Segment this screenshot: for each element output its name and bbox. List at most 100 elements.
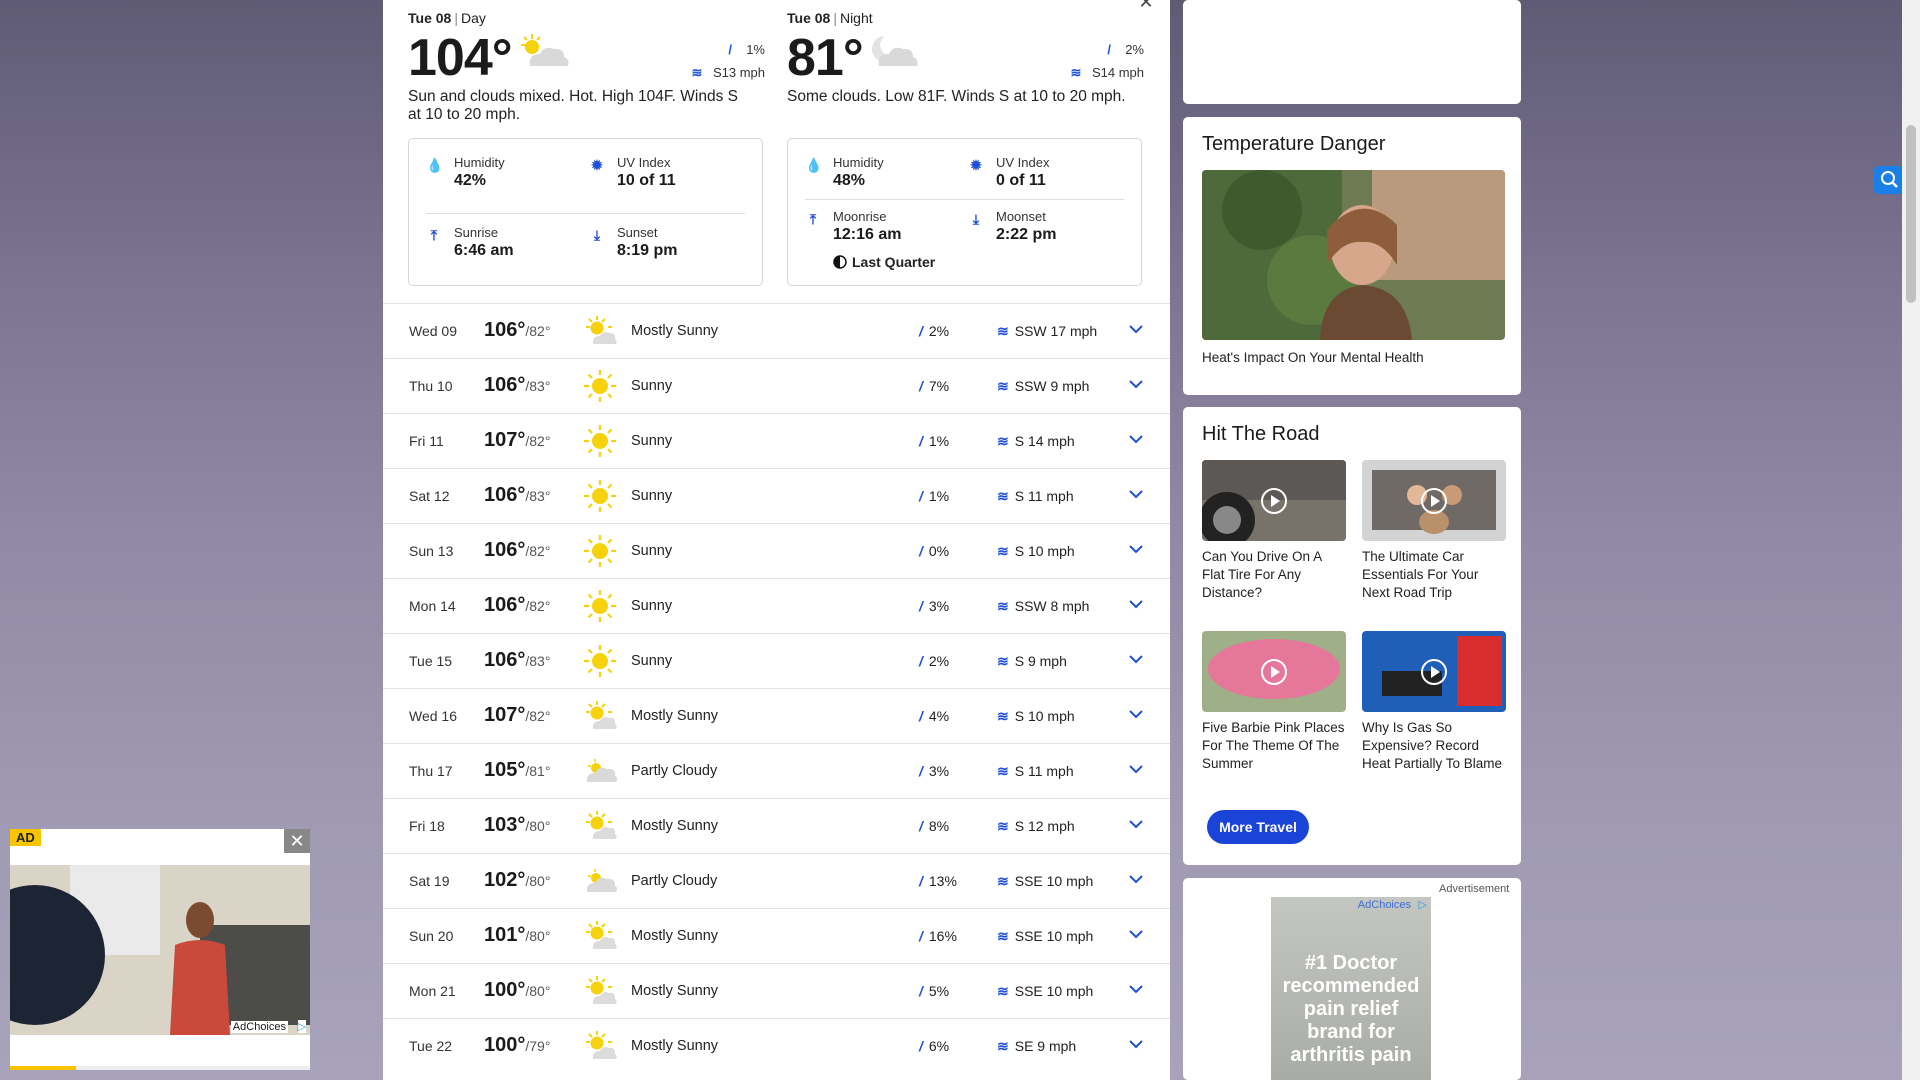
forecast-row[interactable]: Wed 16 107°/82° Mostly Sunny / 4% ≋ S 10 mph: [383, 688, 1170, 743]
search-tool-button[interactable]: [1874, 166, 1902, 194]
precip-chance: 16%: [928, 928, 957, 944]
forecast-row[interactable]: Sat 19 102°/80° Partly Cloudy / 13% ≋ SSE 10 m…: [383, 853, 1170, 908]
chevron-down-icon[interactable]: [1125, 428, 1147, 450]
ad-headline: #1 Doctor recommended pain relief brand …: [1282, 952, 1420, 1066]
forecast-row[interactable]: Sat 12 106°/83° Sunny / 1% ≋ S 11 mph: [383, 468, 1170, 523]
condition: Mostly Sunny: [631, 928, 719, 944]
forecast-row[interactable]: Fri 18 103°/80° Mostly Sunny / 8% ≋ S 12 mph: [383, 798, 1170, 853]
precip-chance: 8%: [928, 818, 950, 834]
forecast-row[interactable]: Tue 22 100°/79° Mostly Sunny / 6% ≋ SE 9 mph: [383, 1018, 1170, 1073]
precip-chance: 3%: [928, 763, 950, 779]
video-player[interactable]: AdChoices ▷: [10, 865, 310, 1035]
chevron-down-icon[interactable]: [1125, 538, 1147, 560]
adchoices-label[interactable]: AdChoices: [230, 1021, 288, 1033]
condition: Sunny: [631, 653, 673, 669]
day-humidity: 42%: [454, 172, 487, 189]
chevron-down-icon[interactable]: [1125, 483, 1147, 505]
pain-relief-ad[interactable]: AdChoices ▷ #1 Doctor recommended pain r…: [1271, 897, 1431, 1080]
chevron-down-icon[interactable]: [1125, 868, 1147, 890]
adchoices-icon[interactable]: ▷: [297, 1020, 306, 1033]
night-humidity: 48%: [833, 172, 866, 189]
low-temp: /83°: [525, 378, 551, 394]
chevron-down-icon[interactable]: [1125, 1033, 1147, 1055]
scrollbar-thumb[interactable]: [1906, 125, 1916, 303]
precipitation-icon: /: [919, 928, 923, 944]
forecast-date: Sat 19: [409, 873, 450, 889]
chevron-down-icon[interactable]: [1125, 648, 1147, 670]
forecast-row[interactable]: Sun 13 106°/82° Sunny / 0% ≋ S 10 mph: [383, 523, 1170, 578]
precipitation-icon: /: [919, 653, 923, 669]
forecast-row[interactable]: Wed 09 106°/82° Mostly Sunny / 2% ≋ SSW 17 mph: [383, 303, 1170, 358]
sunny-icon: [584, 480, 616, 512]
day-uv-index: 10 of 11: [617, 172, 676, 189]
page-scrollbar[interactable]: [1902, 0, 1920, 1080]
chevron-down-icon[interactable]: [1125, 758, 1147, 780]
wind-speed: SE 9 mph: [1014, 1038, 1077, 1054]
article-caption[interactable]: The Ultimate Car Essentials For Your Nex…: [1362, 548, 1506, 602]
high-temp: 100°: [484, 979, 526, 1001]
precip-chance: 4%: [928, 708, 950, 724]
forecast-row[interactable]: Mon 14 106°/82° Sunny / 3% ≋ SSW 8 mph: [383, 578, 1170, 633]
wind-icon: ≋: [997, 378, 1009, 394]
uv-index-icon: ✹: [591, 157, 603, 173]
flat-tire-video-thumbnail[interactable]: [1202, 460, 1346, 541]
low-temp: /79°: [525, 1038, 551, 1054]
sidebar-card-top: [1183, 0, 1521, 104]
more-travel-button[interactable]: More Travel: [1207, 810, 1309, 844]
partly-cloudy-icon: [586, 759, 617, 782]
hit-the-road-card: Hit The Road Can You Drive On A Flat Tir…: [1183, 407, 1521, 865]
heat-article-image[interactable]: [1202, 170, 1505, 340]
forecast-row[interactable]: Thu 10 106°/83° Sunny / 7% ≋ SSW 9 mph: [383, 358, 1170, 413]
condition: Sunny: [631, 433, 673, 449]
high-temp: 106°: [484, 539, 526, 561]
precipitation-icon: /: [919, 488, 923, 504]
article-caption[interactable]: Why Is Gas So Expensive? Record Heat Par…: [1362, 719, 1506, 773]
article-caption[interactable]: Heat's Impact On Your Mental Health: [1202, 349, 1505, 367]
article-caption[interactable]: Five Barbie Pink Places For The Theme Of…: [1202, 719, 1346, 773]
chevron-down-icon[interactable]: [1125, 373, 1147, 395]
high-temp: 106°: [484, 484, 526, 506]
wind-speed: S 14 mph: [1014, 433, 1075, 449]
video-progress-fill: [10, 1066, 76, 1070]
close-icon[interactable]: ✕: [1138, 0, 1154, 11]
day-temperature: 104°: [408, 29, 513, 87]
condition: Mostly Sunny: [631, 708, 719, 724]
high-temp: 106°: [484, 649, 526, 671]
sunset-time: 8:19 pm: [617, 242, 678, 259]
adchoices-icon[interactable]: ▷: [1419, 898, 1427, 911]
search-icon: [1881, 171, 1898, 188]
pink-places-video-thumbnail[interactable]: [1202, 631, 1346, 712]
chevron-down-icon[interactable]: [1125, 703, 1147, 725]
chevron-down-icon[interactable]: [1125, 318, 1147, 340]
high-temp: 100°: [484, 1034, 526, 1056]
wind-icon: ≋: [997, 873, 1009, 889]
precip-chance: 13%: [928, 873, 957, 889]
chevron-down-icon[interactable]: [1125, 978, 1147, 1000]
chevron-down-icon[interactable]: [1125, 813, 1147, 835]
forecast-row[interactable]: Fri 11 107°/82° Sunny / 1% ≋ S 14 mph: [383, 413, 1170, 468]
forecast-row[interactable]: Sun 20 101°/80° Mostly Sunny / 16% ≋ SSE 10 mp…: [383, 908, 1170, 963]
condition: Mostly Sunny: [631, 1038, 719, 1054]
low-temp: /80°: [525, 983, 551, 999]
close-ad-button[interactable]: ✕: [284, 829, 310, 853]
night-part-label: Night: [839, 10, 873, 26]
precipitation-icon: /: [919, 873, 923, 889]
high-temp: 101°: [484, 924, 526, 946]
car-essentials-video-thumbnail[interactable]: [1362, 460, 1506, 541]
wind-speed: S 12 mph: [1014, 818, 1075, 834]
forecast-row[interactable]: Thu 17 105°/81° Partly Cloudy / 3% ≋ S 11 mph: [383, 743, 1170, 798]
forecast-row[interactable]: Mon 21 100°/80° Mostly Sunny / 5% ≋ SSE 10 mph: [383, 963, 1170, 1018]
chevron-down-icon[interactable]: [1125, 923, 1147, 945]
precipitation-icon: /: [919, 763, 923, 779]
wind-icon: ≋: [997, 323, 1009, 339]
precip-chance: 5%: [928, 983, 950, 999]
forecast-row[interactable]: Tue 15 106°/83° Sunny / 2% ≋ S 9 mph: [383, 633, 1170, 688]
condition: Mostly Sunny: [631, 818, 719, 834]
card-title: Hit The Road: [1202, 423, 1320, 445]
low-temp: /80°: [525, 873, 551, 889]
adchoices-label[interactable]: AdChoices: [1358, 899, 1411, 911]
chevron-down-icon[interactable]: [1125, 593, 1147, 615]
article-caption[interactable]: Can You Drive On A Flat Tire For Any Dis…: [1202, 548, 1346, 602]
gas-prices-video-thumbnail[interactable]: [1362, 631, 1506, 712]
condition: Sunny: [631, 488, 673, 504]
